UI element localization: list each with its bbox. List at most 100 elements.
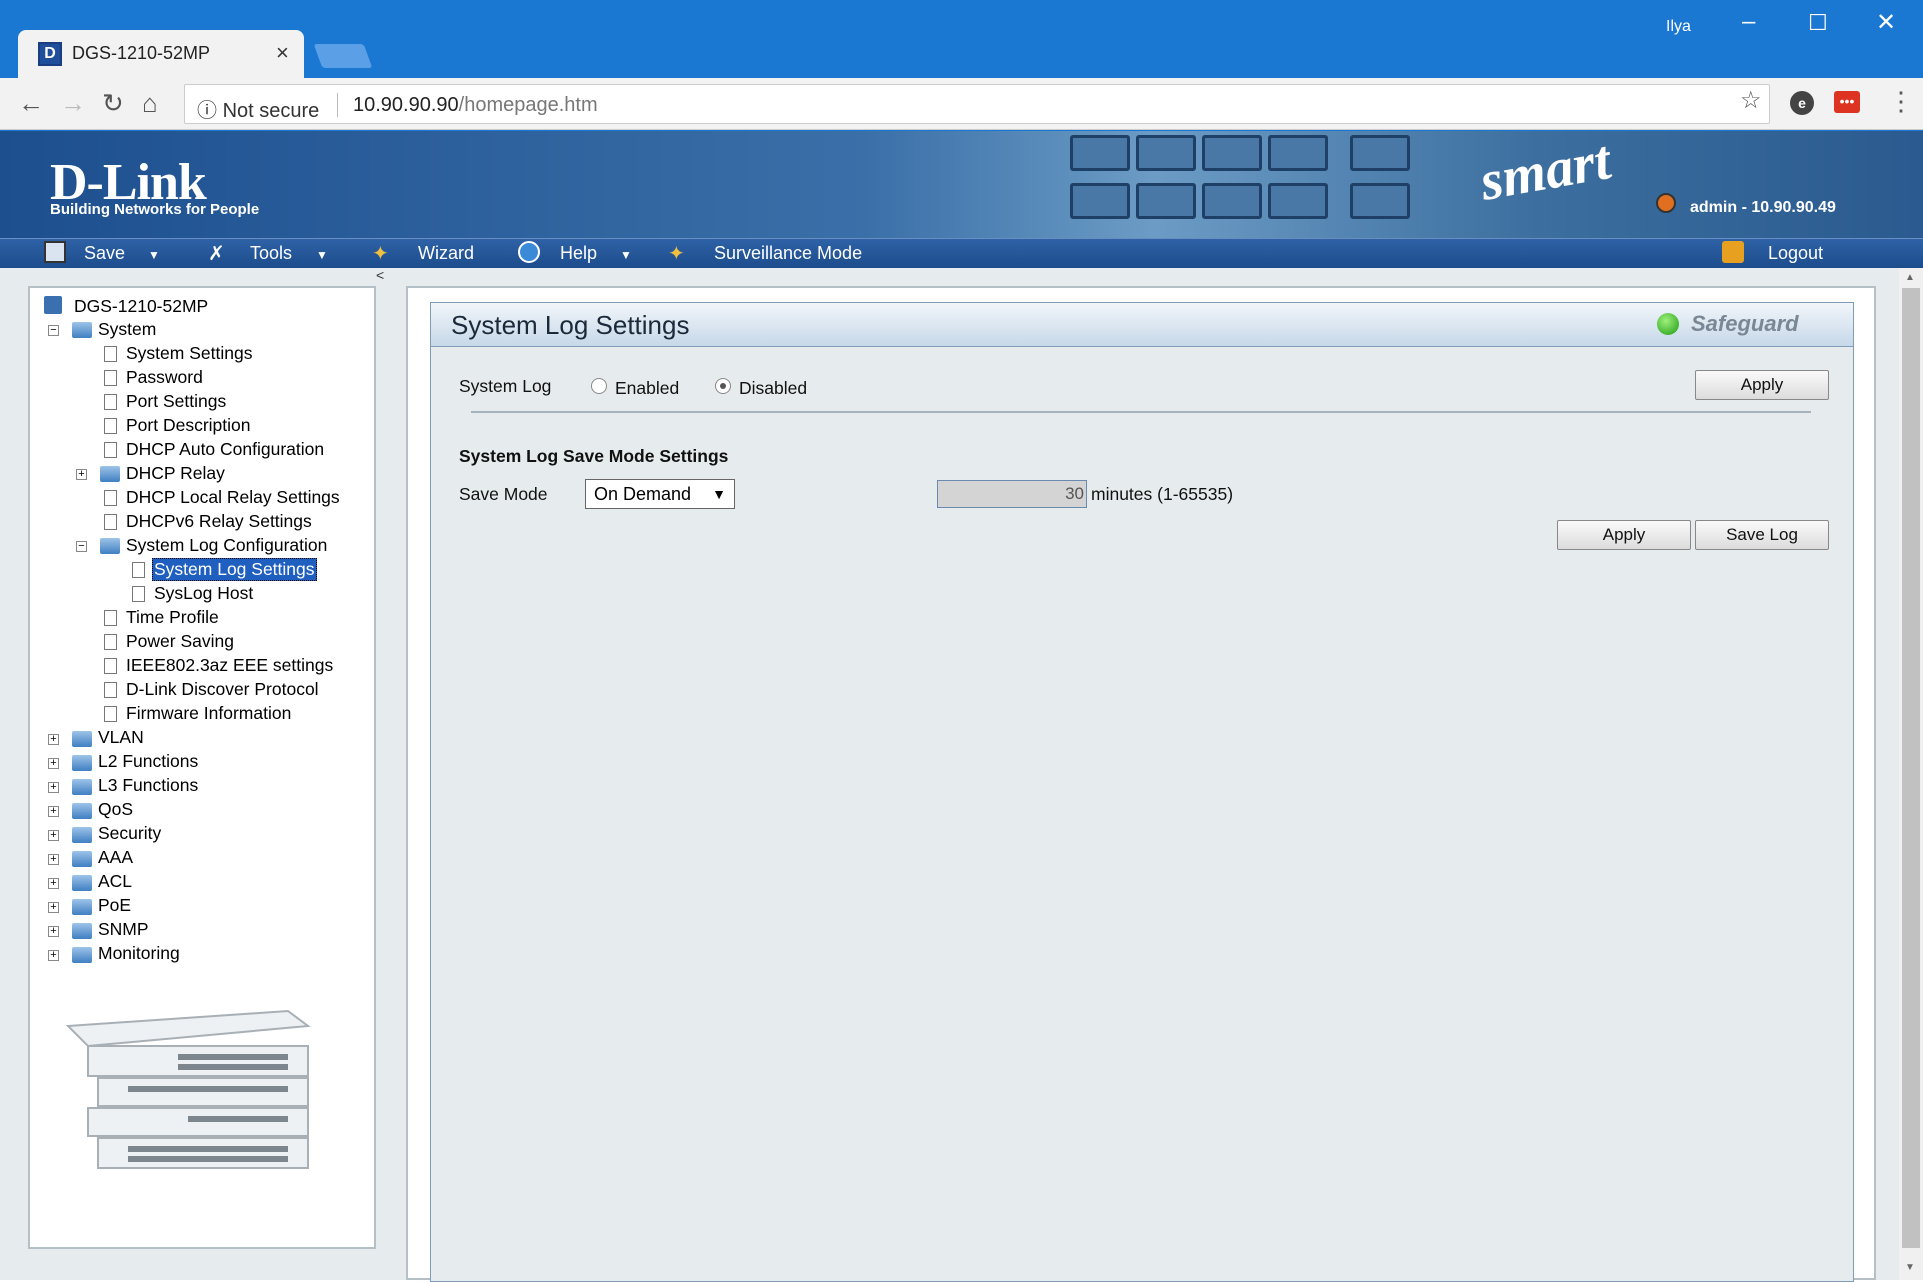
tree-item-system-log-settings[interactable]: System Log Settings	[152, 558, 317, 581]
tree-item-dhcp-local-relay[interactable]: DHCP Local Relay Settings	[126, 487, 340, 508]
save-mode-select[interactable]: On Demand ▼	[585, 479, 735, 509]
tree-item-system-log-config[interactable]: System Log Configuration	[126, 535, 327, 556]
scrollbar-thumb[interactable]	[1902, 288, 1920, 1248]
surveillance-icon[interactable]: ✦	[668, 241, 685, 266]
bookmark-star-icon[interactable]: ☆	[1740, 86, 1762, 115]
tree-item-system-settings[interactable]: System Settings	[126, 343, 252, 364]
menu-save[interactable]: Save	[84, 243, 125, 264]
admin-user-icon	[1656, 193, 1676, 213]
expand-icon[interactable]: +	[48, 830, 59, 841]
tree-folder-security[interactable]: Security	[98, 823, 161, 844]
help-dropdown-icon[interactable]: ▼	[620, 248, 632, 262]
save-disk-icon[interactable]	[44, 241, 66, 263]
tree-item-syslog-host[interactable]: SysLog Host	[154, 583, 253, 604]
tree-item-port-description[interactable]: Port Description	[126, 415, 251, 436]
extension-icon[interactable]: e	[1790, 91, 1814, 115]
expand-icon[interactable]: +	[48, 806, 59, 817]
tree-item-dlink-discover[interactable]: D-Link Discover Protocol	[126, 679, 319, 700]
tree-folder-l3-functions[interactable]: L3 Functions	[98, 775, 198, 796]
tree-item-eee-settings[interactable]: IEEE802.3az EEE settings	[126, 655, 333, 676]
folder-icon	[72, 899, 92, 915]
expand-icon[interactable]: +	[48, 854, 59, 865]
minutes-input[interactable]: 30	[937, 480, 1087, 508]
tree-item-password[interactable]: Password	[126, 367, 203, 388]
expand-dhcp-relay-icon[interactable]: +	[76, 469, 87, 480]
menu-wizard[interactable]: Wizard	[418, 243, 474, 264]
page-scrollbar[interactable]: ▲ ▼	[1899, 268, 1923, 1280]
tree-item-firmware-info[interactable]: Firmware Information	[126, 703, 291, 724]
expand-icon[interactable]: +	[48, 902, 59, 913]
new-tab-button[interactable]	[313, 44, 373, 68]
menu-tools[interactable]: Tools	[250, 243, 292, 264]
save-dropdown-icon[interactable]: ▼	[148, 248, 160, 262]
close-window-icon[interactable]: ✕	[1876, 8, 1896, 37]
tree-folder-l2-functions[interactable]: L2 Functions	[98, 751, 198, 772]
maximize-icon[interactable]: ☐	[1808, 10, 1828, 36]
expand-icon[interactable]: +	[48, 758, 59, 769]
scroll-up-icon[interactable]: ▲	[1905, 272, 1915, 283]
tree-item-dhcp-relay[interactable]: DHCP Relay	[126, 463, 225, 484]
apply-save-mode-button[interactable]: Apply	[1557, 520, 1691, 550]
page-icon	[104, 658, 117, 674]
switch-stack-image	[65, 1009, 311, 1169]
folder-icon	[72, 827, 92, 843]
disabled-label[interactable]: Disabled	[739, 378, 807, 399]
collapse-system-icon[interactable]: −	[48, 325, 59, 336]
minimize-icon[interactable]: –	[1742, 8, 1755, 36]
tree-folder-qos[interactable]: QoS	[98, 799, 133, 820]
browser-tab[interactable]: D DGS-1210-52MP ×	[18, 30, 304, 78]
expand-icon[interactable]: +	[48, 950, 59, 961]
back-arrow-icon[interactable]: ←	[18, 88, 44, 119]
tree-item-port-settings[interactable]: Port Settings	[126, 391, 226, 412]
lastpass-extension-icon[interactable]: •••	[1834, 91, 1860, 113]
system-log-settings-panel: System Log Settings Safeguard System Log…	[430, 302, 1854, 1282]
tree-folder-snmp[interactable]: SNMP	[98, 919, 149, 940]
tree-item-time-profile[interactable]: Time Profile	[126, 607, 219, 628]
tab-close-icon[interactable]: ×	[276, 40, 289, 66]
enabled-radio[interactable]	[591, 378, 607, 394]
switch-ports-graphic	[1070, 131, 1410, 238]
tree-folder-acl[interactable]: ACL	[98, 871, 132, 892]
menu-surveillance-mode[interactable]: Surveillance Mode	[714, 243, 862, 264]
disabled-radio[interactable]	[715, 378, 731, 394]
url-bar[interactable]: ⓘ Not secure 10.90.90.90/homepage.htm	[184, 84, 1770, 124]
tree-root[interactable]: DGS-1210-52MP	[74, 296, 208, 317]
save-mode-label: Save Mode	[459, 484, 548, 504]
folder-icon	[72, 947, 92, 963]
help-icon[interactable]	[518, 241, 540, 263]
menu-logout[interactable]: Logout	[1768, 243, 1823, 264]
apply-system-log-button[interactable]: Apply	[1695, 370, 1829, 400]
scroll-down-icon[interactable]: ▼	[1905, 1262, 1915, 1273]
minutes-range-label: minutes (1-65535)	[1091, 484, 1234, 504]
tools-icon[interactable]: ✗	[208, 241, 225, 266]
tree-system[interactable]: System	[98, 319, 156, 340]
expand-icon[interactable]: +	[48, 734, 59, 745]
tools-dropdown-icon[interactable]: ▼	[316, 248, 328, 262]
expand-icon[interactable]: +	[48, 878, 59, 889]
tree-folder-monitoring[interactable]: Monitoring	[98, 943, 180, 964]
home-icon[interactable]: ⌂	[142, 88, 158, 119]
collapse-tree-icon[interactable]: <	[376, 267, 384, 283]
collapse-syslog-config-icon[interactable]: −	[76, 541, 87, 552]
wizard-icon[interactable]: ✦	[372, 241, 389, 266]
logout-key-icon[interactable]	[1722, 241, 1744, 263]
reload-icon[interactable]: ↻	[102, 88, 124, 119]
forward-arrow-icon[interactable]: →	[60, 88, 86, 119]
tree-folder-poe[interactable]: PoE	[98, 895, 131, 916]
browser-window: D DGS-1210-52MP × Ilya – ☐ ✕ ← → ↻ ⌂ ⓘ N…	[0, 0, 1923, 1282]
dlink-banner: D-Link Building Networks for People smar…	[0, 131, 1923, 238]
enabled-label[interactable]: Enabled	[615, 378, 679, 399]
save-log-button[interactable]: Save Log	[1695, 520, 1829, 550]
tree-folder-aaa[interactable]: AAA	[98, 847, 133, 868]
menu-help[interactable]: Help	[560, 243, 597, 264]
browser-menu-icon[interactable]: ⋮	[1888, 86, 1914, 117]
tree-item-dhcp-auto-config[interactable]: DHCP Auto Configuration	[126, 439, 324, 460]
folder-open-icon	[100, 538, 120, 554]
profile-user-name[interactable]: Ilya	[1666, 18, 1691, 36]
tree-item-dhcpv6-relay[interactable]: DHCPv6 Relay Settings	[126, 511, 312, 532]
tree-item-power-saving[interactable]: Power Saving	[126, 631, 234, 652]
expand-icon[interactable]: +	[48, 926, 59, 937]
tree-folder-vlan[interactable]: VLAN	[98, 727, 144, 748]
expand-icon[interactable]: +	[48, 782, 59, 793]
info-icon[interactable]: ⓘ Not secure	[197, 94, 319, 123]
